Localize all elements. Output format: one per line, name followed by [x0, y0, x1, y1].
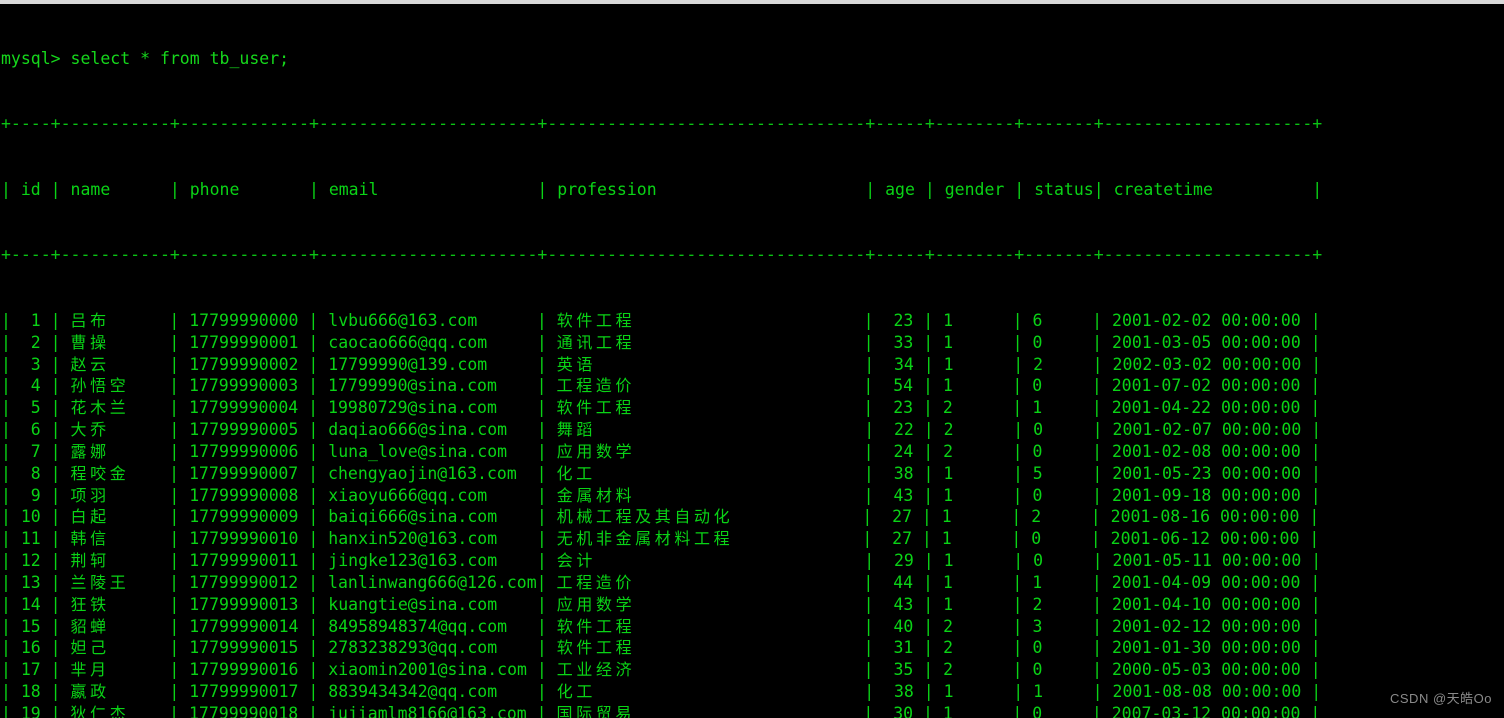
table-rule-header: +----+-----------+-------------+--------…: [1, 245, 1323, 265]
cjk-text: 工程造价: [556, 376, 635, 396]
cjk-text: 吕布: [70, 310, 110, 330]
cjk-text: 妲己: [70, 638, 110, 658]
cjk-text: 机械工程及其自动化: [556, 507, 734, 527]
terminal-line: | 14 | 狂铁 | 17799990013 | kuangtie@sina.…: [1, 594, 1321, 614]
cjk-text: 会计: [556, 551, 596, 571]
terminal-line: | 17 | 芈月 | 17799990016 | xiaomin2001@si…: [1, 660, 1321, 680]
command-prompt-line: mysql> select * from tb_user;: [1, 48, 290, 68]
terminal-line: | 7 | 露娜 | 17799990006 | luna_love@sina.…: [1, 441, 1321, 461]
terminal-line: | 15 | 貂蝉 | 17799990014 | 84958948374@qq…: [1, 616, 1321, 636]
terminal-line: | 6 | 大乔 | 17799990005 | daqiao666@sina.…: [1, 420, 1322, 440]
cjk-text: 软件工程: [556, 310, 636, 330]
cjk-text: 兰陵王: [70, 572, 130, 592]
table-header-row: | id | name | phone | email | profession…: [1, 179, 1323, 199]
terminal-line: | 2 | 曹操 | 17799990001 | caocao666@qq.co…: [1, 332, 1321, 352]
cjk-text: 化工: [556, 463, 596, 483]
terminal-line: | 9 | 项羽 | 17799990008 | xiaoyu666@qq.co…: [1, 485, 1321, 505]
terminal-line: | 16 | 妲己 | 17799990015 | 2783238293@qq.…: [1, 638, 1321, 658]
terminal-window: mysql> select * from tb_user; +----+----…: [0, 0, 1504, 718]
cjk-text: 软件工程: [556, 638, 636, 658]
terminal-line: | 5 | 花木兰 | 17799990004 | 19980729@sina.…: [1, 398, 1321, 418]
cjk-text: 英语: [556, 354, 596, 374]
cjk-text: 花木兰: [70, 398, 130, 418]
cjk-text: 化工: [556, 682, 596, 702]
terminal-screen[interactable]: mysql> select * from tb_user; +----+----…: [1, 4, 1504, 718]
cjk-text: 孙悟空: [70, 376, 130, 396]
cjk-text: 嬴政: [70, 682, 110, 702]
cjk-text: 应用数学: [556, 594, 636, 614]
cjk-text: 项羽: [70, 485, 110, 505]
cjk-text: 无机非金属材料工程: [556, 529, 734, 549]
terminal-line: | 10 | 白起 | 17799990009 | baiqi666@sina.…: [1, 507, 1320, 527]
cjk-text: 工业经济: [556, 660, 636, 680]
cjk-text: 通讯工程: [556, 332, 636, 352]
terminal-line: | 11 | 韩信 | 17799990010 | hanxin520@163.…: [1, 529, 1320, 549]
cjk-text: 工程造价: [556, 572, 635, 592]
cjk-text: 芈月: [70, 660, 110, 680]
cjk-text: 金属材料: [556, 485, 636, 505]
cjk-text: 狄仁杰: [70, 704, 130, 718]
cjk-text: 狂铁: [70, 594, 110, 614]
csdn-watermark: CSDN @天皓Oo: [1390, 691, 1492, 707]
cjk-text: 软件工程: [556, 616, 636, 636]
terminal-line: | 19 | 狄仁杰 | 17799990018 | jujiamlm8166@…: [1, 703, 1504, 718]
table-body: | 1 | 吕布 | 17799990000 | lvbu666@163.com…: [1, 310, 1504, 718]
cjk-text: 白起: [70, 507, 110, 527]
cjk-text: 貂蝉: [70, 616, 110, 636]
cjk-text: 程咬金: [70, 463, 130, 483]
cjk-text: 舞蹈: [556, 420, 596, 440]
cjk-text: 应用数学: [556, 441, 636, 461]
cjk-text: 赵云: [70, 354, 110, 374]
terminal-line: | 3 | 赵云 | 17799990002 | 17799990@139.co…: [1, 354, 1322, 374]
terminal-line: | 18 | 嬴政 | 17799990017 | 8839434342@qq.…: [1, 682, 1322, 702]
cjk-text: 荆轲: [70, 551, 110, 571]
cjk-text: 韩信: [70, 529, 110, 549]
terminal-line: | 4 | 孙悟空 | 17799990003 | 17799990@sina.…: [1, 376, 1321, 396]
cjk-text: 露娜: [70, 441, 110, 461]
cjk-text: 软件工程: [556, 398, 635, 418]
terminal-line: | 13 | 兰陵王 | 17799990012 | lanlinwang666…: [1, 572, 1321, 592]
cjk-text: 大乔: [70, 420, 110, 440]
terminal-line: | 1 | 吕布 | 17799990000 | lvbu666@163.com…: [1, 310, 1321, 330]
cjk-text: 曹操: [70, 332, 110, 352]
terminal-line: | 8 | 程咬金 | 17799990007 | chengyaojin@16…: [1, 463, 1321, 483]
terminal-line: | 12 | 荆轲 | 17799990011 | jingke123@163.…: [1, 551, 1322, 571]
cjk-text: 国际贸易: [556, 704, 635, 718]
table-rule-top: +----+-----------+-------------+--------…: [1, 114, 1323, 134]
